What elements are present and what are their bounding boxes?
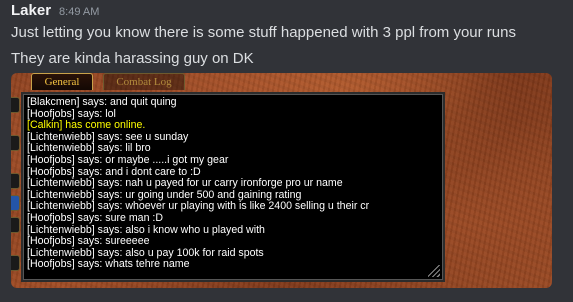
side-button [11,217,20,233]
chat-line: [Hoofjobs] says: or maybe .....i got my … [27,153,229,166]
side-button [11,173,20,189]
message-text-line: They are kinda harassing guy on DK [11,50,254,67]
chat-line: [Hoofjobs] says: sure man :D [27,211,164,224]
side-button [11,195,20,211]
chat-line: [Blakcmen] says: and quit quing [27,96,177,108]
discord-message: Laker 8:49 AM Just letting you know ther… [0,0,573,302]
message-header: Laker 8:49 AM [11,2,99,19]
image-attachment[interactable]: General Combat Log [Blakcmen] says: and … [11,73,552,288]
chat-line: [Hoofjobs] says: whats tehre name [27,258,190,271]
side-button [11,97,20,113]
side-button [11,135,20,151]
chat-line: [Lichtenwiebb] says: nah u payed for ur … [27,177,343,190]
tab-combat-log: Combat Log [103,73,185,90]
resize-grip-icon [428,265,440,277]
chat-log: [Blakcmen] says: and quit quing [Hoofjobs… [27,96,369,271]
author-name[interactable]: Laker [11,2,51,19]
tab-general: General [31,73,93,90]
side-button [11,255,20,271]
message-text-line: Just letting you know there is some stuf… [11,24,516,41]
chat-line: [Hoofjobs] says: sureeeee [27,235,150,248]
game-chat-window: [Blakcmen] says: and quit quing [Hoofjobs… [21,92,445,282]
message-timestamp: 8:49 AM [59,6,100,18]
